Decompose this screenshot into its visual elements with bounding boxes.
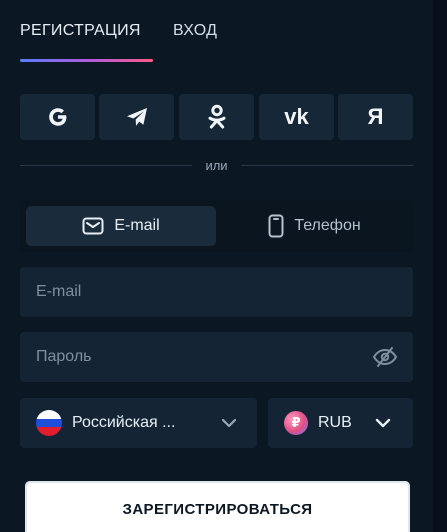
russia-flag-icon [36,410,62,436]
social-login-row: vk Я [20,94,413,140]
envelope-icon [82,217,104,235]
telegram-login-button[interactable] [99,94,174,140]
method-email-button[interactable]: E-mail [26,206,216,246]
registration-method-toggle: E-mail Телефон [20,200,413,252]
active-tab-underline [20,59,153,62]
country-select-value: Российская ... [72,414,176,431]
divider-text: или [205,158,228,173]
currency-select[interactable]: ₽ RUB [268,398,413,448]
eye-off-icon [372,347,398,367]
divider-line-right [241,165,413,166]
divider-line-left [20,165,192,166]
vk-login-button[interactable]: vk [259,94,334,140]
method-phone-button[interactable]: Телефон [222,206,407,246]
or-divider: или [20,158,413,173]
odnoklassniki-icon [208,104,225,129]
yandex-login-button[interactable]: Я [338,94,413,140]
telegram-icon [126,108,147,126]
tab-register[interactable]: РЕГИСТРАЦИЯ [20,22,141,40]
chevron-down-icon [375,418,391,428]
odnoklassniki-login-button[interactable] [179,94,254,140]
panel-edge [433,0,447,532]
phone-icon [268,214,284,238]
password-input[interactable] [20,332,413,382]
ruble-coin-icon: ₽ [284,411,308,435]
toggle-password-visibility-button[interactable] [371,344,399,370]
vk-icon: vk [284,104,309,129]
method-phone-label: Телефон [294,217,361,234]
country-select[interactable]: Российская ... [20,398,257,448]
yandex-icon: Я [367,104,384,129]
google-login-button[interactable] [20,94,95,140]
tab-login[interactable]: ВХОД [173,22,217,40]
register-submit-button[interactable]: ЗАРЕГИСТРИРОВАТЬСЯ [25,481,410,532]
method-email-label: E-mail [114,217,160,234]
currency-select-value: RUB [318,414,352,431]
google-icon [48,108,66,126]
chevron-down-icon [221,418,237,428]
email-input[interactable] [20,267,413,317]
